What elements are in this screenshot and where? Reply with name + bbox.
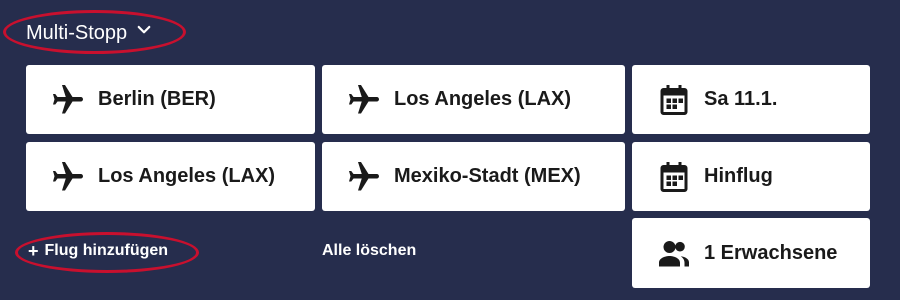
leg-2-origin-label: Los Angeles (LAX) xyxy=(98,165,276,187)
chevron-down-icon xyxy=(135,21,153,45)
calendar-icon xyxy=(654,80,694,120)
calendar-icon xyxy=(654,157,694,197)
leg-2-date-field[interactable]: Hinflug xyxy=(632,142,870,211)
leg-1-destination-label: Los Angeles (LAX) xyxy=(394,88,572,110)
trip-type-label: Multi-Stopp xyxy=(26,21,128,44)
leg-1-date-label: Sa 11.1. xyxy=(704,88,778,110)
trip-type-dropdown[interactable]: Multi-Stopp xyxy=(26,20,153,46)
leg-2-destination-label: Mexiko-Stadt (MEX) xyxy=(394,165,581,187)
leg-1-origin-label: Berlin (BER) xyxy=(98,88,216,110)
airplane-icon xyxy=(48,157,88,197)
plus-icon: + xyxy=(28,240,39,261)
add-flight-button[interactable]: + Flug hinzufügen xyxy=(28,240,168,262)
airplane-icon xyxy=(48,80,88,120)
passengers-label: 1 Erwachsene xyxy=(704,241,838,264)
clear-all-button[interactable]: Alle löschen xyxy=(322,240,416,262)
passengers-field[interactable]: 1 Erwachsene xyxy=(632,218,870,288)
leg-1-origin-field[interactable]: Berlin (BER) xyxy=(26,65,315,134)
airplane-icon xyxy=(344,80,384,120)
leg-1-date-field[interactable]: Sa 11.1. xyxy=(632,65,870,134)
leg-2-destination-field[interactable]: Mexiko-Stadt (MEX) xyxy=(322,142,625,211)
clear-all-label: Alle löschen xyxy=(322,242,417,259)
leg-1-destination-field[interactable]: Los Angeles (LAX) xyxy=(322,65,625,134)
leg-2-date-label: Hinflug xyxy=(704,165,773,187)
leg-2-origin-field[interactable]: Los Angeles (LAX) xyxy=(26,142,315,211)
airplane-icon xyxy=(344,157,384,197)
people-icon xyxy=(654,233,694,273)
add-flight-label: Flug hinzufügen xyxy=(44,242,169,259)
